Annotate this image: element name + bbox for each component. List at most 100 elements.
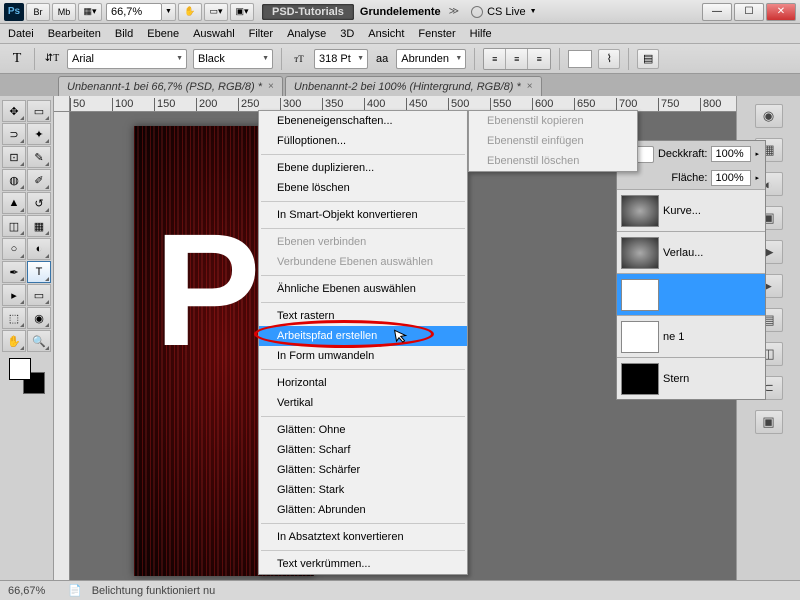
3d-tool[interactable]: ⬚ bbox=[2, 307, 26, 329]
layer-row[interactable]: ne 1 bbox=[617, 315, 765, 357]
layer-name: Verlau... bbox=[663, 247, 703, 259]
opacity-input[interactable]: 100% bbox=[711, 146, 751, 162]
layer-row[interactable]: Stern bbox=[617, 357, 765, 399]
view-extras-button[interactable]: ▦▾ bbox=[78, 3, 102, 21]
ruler-origin[interactable] bbox=[54, 96, 70, 112]
pen-tool[interactable]: ✒ bbox=[2, 261, 26, 283]
layer-row[interactable]: Verlau... bbox=[617, 231, 765, 273]
context-menu-item[interactable]: Glätten: Stark bbox=[259, 480, 467, 500]
font-family-select[interactable]: Arial bbox=[67, 49, 187, 69]
context-menu-item[interactable]: Glätten: Ohne bbox=[259, 420, 467, 440]
zoom-level[interactable]: 66,7% bbox=[106, 3, 162, 21]
layer-name: Stern bbox=[663, 373, 689, 385]
align-center-button[interactable]: ≡ bbox=[506, 49, 528, 69]
menu-fenster[interactable]: Fenster bbox=[418, 28, 455, 40]
move-tool[interactable]: ✥ bbox=[2, 100, 26, 122]
zoom-tool[interactable]: 🔍 bbox=[27, 330, 51, 352]
status-zoom[interactable]: 66,67% bbox=[8, 585, 58, 597]
heal-tool[interactable]: ◍ bbox=[2, 169, 26, 191]
context-menu-item[interactable]: In Absatztext konvertieren bbox=[259, 527, 467, 547]
gradient-tool[interactable]: ▦ bbox=[27, 215, 51, 237]
color-panel-icon[interactable]: ◉ bbox=[755, 104, 783, 128]
menu-3d[interactable]: 3D bbox=[340, 28, 354, 40]
minimize-button[interactable]: — bbox=[702, 3, 732, 21]
layer-thumbnail bbox=[621, 279, 659, 311]
orientation-toggle[interactable]: ⇵T bbox=[43, 50, 61, 68]
arrange-button[interactable]: ▭▾ bbox=[204, 3, 228, 21]
stamp-tool[interactable]: ▲ bbox=[2, 192, 26, 214]
path-select-tool[interactable]: ▸ bbox=[2, 284, 26, 306]
antialias-select[interactable]: Abrunden bbox=[396, 49, 466, 69]
context-menu-item[interactable]: Glätten: Abrunden bbox=[259, 500, 467, 520]
menu-bearbeiten[interactable]: Bearbeiten bbox=[48, 28, 101, 40]
layer-row[interactable] bbox=[617, 273, 765, 315]
menu-ansicht[interactable]: Ansicht bbox=[368, 28, 404, 40]
menu-analyse[interactable]: Analyse bbox=[287, 28, 326, 40]
context-menu-item[interactable]: In Smart-Objekt konvertieren bbox=[259, 205, 467, 225]
eraser-tool[interactable]: ◫ bbox=[2, 215, 26, 237]
menu-hilfe[interactable]: Hilfe bbox=[470, 28, 492, 40]
layers-panel-icon[interactable]: ▣ bbox=[755, 410, 783, 434]
menu-ebene[interactable]: Ebene bbox=[147, 28, 179, 40]
warp-text-button[interactable]: ⌇ bbox=[598, 49, 620, 69]
align-left-button[interactable]: ≡ bbox=[484, 49, 506, 69]
ruler-vertical[interactable] bbox=[54, 112, 70, 580]
menu-auswahl[interactable]: Auswahl bbox=[193, 28, 235, 40]
text-color-swatch[interactable] bbox=[568, 50, 592, 68]
crop-tool[interactable]: ⊡ bbox=[2, 146, 26, 168]
bridge-button[interactable]: Br bbox=[26, 3, 50, 21]
zoom-dropdown[interactable]: ▼ bbox=[162, 3, 176, 21]
fill-input[interactable]: 100% bbox=[711, 170, 751, 186]
menu-filter[interactable]: Filter bbox=[249, 28, 273, 40]
type-tool[interactable]: T bbox=[27, 261, 51, 283]
maximize-button[interactable]: ☐ bbox=[734, 3, 764, 21]
foreground-color[interactable] bbox=[9, 358, 31, 380]
document-tab[interactable]: Unbenannt-2 bei 100% (Hintergrund, RGB/8… bbox=[285, 76, 542, 96]
blur-tool[interactable]: ○ bbox=[2, 238, 26, 260]
brush-tool[interactable]: ✐ bbox=[27, 169, 51, 191]
menubar: Datei Bearbeiten Bild Ebene Auswahl Filter Ana… bbox=[0, 24, 800, 44]
context-menu-item: Ebenen verbinden bbox=[259, 232, 467, 252]
marquee-tool[interactable]: ▭ bbox=[27, 100, 51, 122]
color-swatches[interactable] bbox=[9, 358, 45, 394]
history-brush-tool[interactable]: ↺ bbox=[27, 192, 51, 214]
context-menu-item[interactable]: Text rastern bbox=[259, 306, 467, 326]
close-button[interactable]: ✕ bbox=[766, 3, 796, 21]
eyedropper-tool[interactable]: ✎ bbox=[27, 146, 51, 168]
context-menu-item[interactable]: Ebeneneigenschaften... bbox=[259, 111, 467, 131]
document-tab[interactable]: Unbenannt-1 bei 66,7% (PSD, RGB/8) *× bbox=[58, 76, 283, 96]
context-menu-item[interactable]: Arbeitspfad erstellen bbox=[259, 326, 467, 346]
workspace-more-icon[interactable]: ≫ bbox=[449, 6, 459, 17]
close-tab-icon[interactable]: × bbox=[527, 81, 533, 92]
cslive-button[interactable]: CS Live ▼ bbox=[471, 6, 536, 18]
context-menu-item[interactable]: Ebene löschen bbox=[259, 178, 467, 198]
context-menu-item[interactable]: Horizontal bbox=[259, 373, 467, 393]
3d-camera-tool[interactable]: ◉ bbox=[27, 307, 51, 329]
layer-row[interactable]: Kurve... bbox=[617, 189, 765, 231]
workspace-name[interactable]: Grundelemente bbox=[360, 6, 441, 18]
context-menu-item[interactable]: Vertikal bbox=[259, 393, 467, 413]
context-menu-item[interactable]: Ähnliche Ebenen auswählen bbox=[259, 279, 467, 299]
context-menu-item[interactable]: Fülloptionen... bbox=[259, 131, 467, 151]
hand-tool[interactable]: ✋ bbox=[2, 330, 26, 352]
context-menu-item[interactable]: Glätten: Scharf bbox=[259, 440, 467, 460]
context-menu-item[interactable]: Glätten: Schärfer bbox=[259, 460, 467, 480]
close-tab-icon[interactable]: × bbox=[268, 81, 274, 92]
screenmode-button[interactable]: ▣▾ bbox=[230, 3, 254, 21]
character-panel-button[interactable]: ▤ bbox=[637, 49, 659, 69]
font-size-select[interactable]: 318 Pt bbox=[314, 49, 368, 69]
workspace-badge[interactable]: PSD-Tutorials bbox=[262, 4, 354, 20]
wand-tool[interactable]: ✦ bbox=[27, 123, 51, 145]
context-menu-item[interactable]: Text verkrümmen... bbox=[259, 554, 467, 574]
menu-bild[interactable]: Bild bbox=[115, 28, 133, 40]
align-right-button[interactable]: ≡ bbox=[528, 49, 550, 69]
context-menu-item[interactable]: Ebene duplizieren... bbox=[259, 158, 467, 178]
dodge-tool[interactable]: ◐ bbox=[27, 238, 51, 260]
menu-datei[interactable]: Datei bbox=[8, 28, 34, 40]
context-menu-item[interactable]: In Form umwandeln bbox=[259, 346, 467, 366]
lasso-tool[interactable]: ⊃ bbox=[2, 123, 26, 145]
hand-button[interactable]: ✋ bbox=[178, 3, 202, 21]
font-style-select[interactable]: Black bbox=[193, 49, 273, 69]
shape-tool[interactable]: ▭ bbox=[27, 284, 51, 306]
minibridge-button[interactable]: Mb bbox=[52, 3, 76, 21]
